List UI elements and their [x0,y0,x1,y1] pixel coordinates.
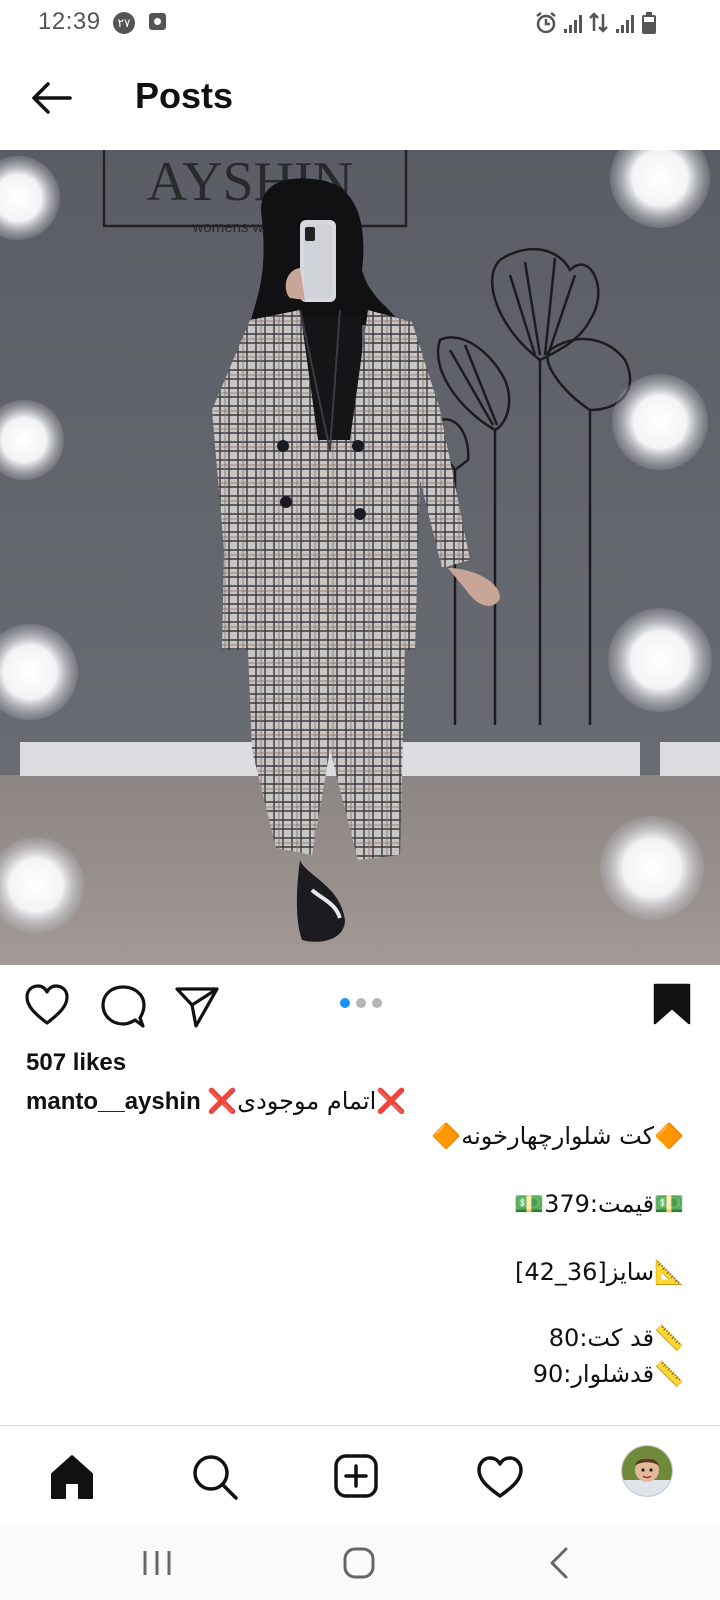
system-navigation-bar [0,1525,720,1600]
search-icon[interactable] [184,1446,244,1506]
heart-icon[interactable] [24,983,70,1029]
home-icon[interactable] [42,1446,102,1506]
caption-text-line: 📐سایز[36_42] [514,1258,684,1286]
top-header: Posts [0,46,720,151]
caption-text-line: 📏قد کت:80 [548,1324,684,1352]
status-time: 12:39 [38,8,101,35]
page-title: Posts [135,75,234,116]
notification-icon [149,13,166,30]
recents-icon[interactable] [132,1543,182,1583]
alarm-icon [536,12,556,34]
date-badge-icon: ۲۷ [113,12,135,34]
avatar-image [622,1446,672,1496]
add-post-icon[interactable] [326,1446,386,1506]
signal-icon [564,15,582,33]
caption-text-line: 📏قدشلوار:90 [532,1360,684,1388]
carousel-dot [356,998,366,1008]
caption-text-line: 💵قیمت:379💵 [514,1190,684,1218]
status-bar: 12:39 ۲۷ [0,0,720,46]
comment-icon[interactable] [100,984,146,1030]
caption-text-line: 🔶کت شلوارچهارخونه🔶 [431,1122,684,1150]
caption-username[interactable]: manto__ayshin [26,1088,201,1115]
caption-first-line: manto__ayshin ❌اتمام موجودی❌ [26,1087,406,1116]
profile-avatar[interactable] [621,1445,673,1497]
bottom-navigation [0,1425,720,1526]
activity-heart-icon[interactable] [470,1446,530,1506]
back-chevron-icon[interactable] [536,1543,586,1583]
likes-count[interactable]: 507 likes [26,1049,126,1077]
arrow-left-icon[interactable] [24,78,80,118]
post-image[interactable]: AYSHIN womens w [0,150,720,965]
share-icon[interactable] [174,984,220,1030]
post-photo-illustration: AYSHIN womens w [0,150,720,965]
home-circle-icon[interactable] [334,1543,384,1583]
status-icons [536,12,656,34]
data-arrows-icon [589,12,608,33]
brand-sub-text: womens w [192,219,264,236]
carousel-dot-active [340,998,350,1008]
signal-icon [616,15,634,33]
carousel-indicator [340,998,390,1010]
caption-text-line: ❌اتمام موجودی❌ [207,1087,407,1115]
carousel-dot [372,998,382,1008]
bookmark-icon[interactable] [652,982,692,1026]
battery-icon [642,12,656,34]
